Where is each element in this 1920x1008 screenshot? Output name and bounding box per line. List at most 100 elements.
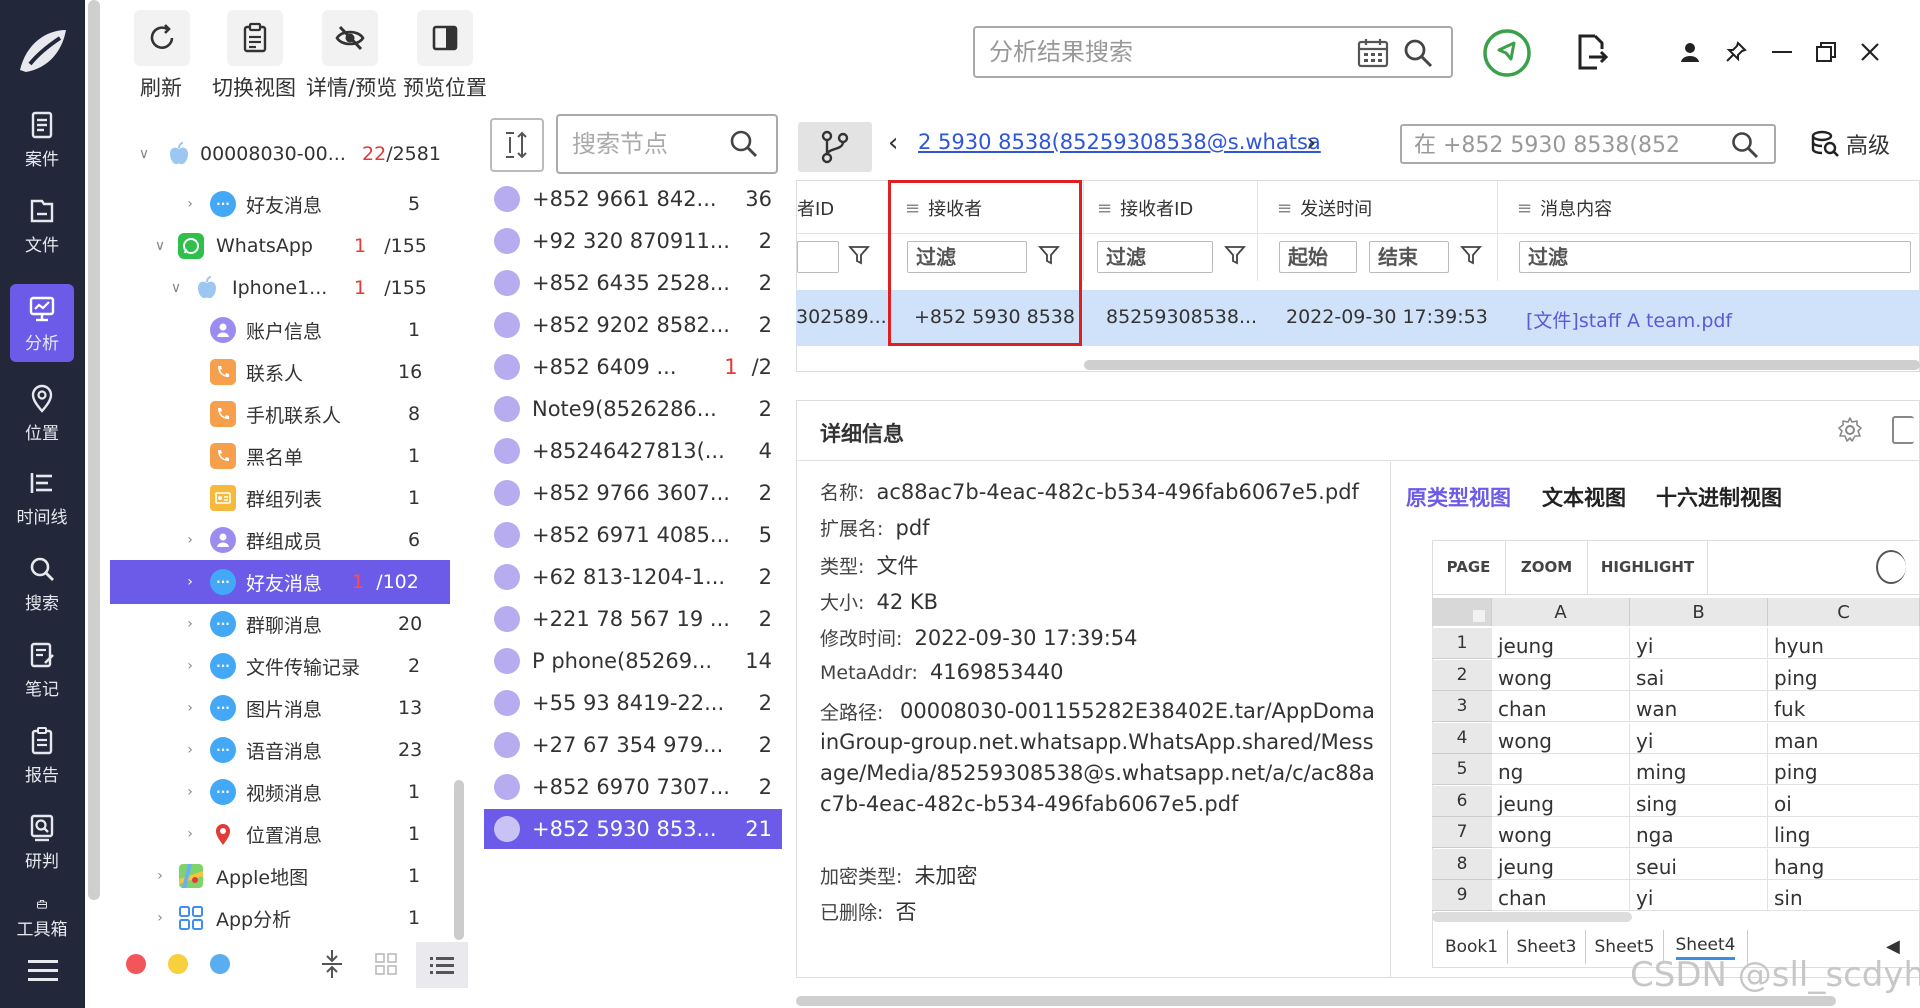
export-icon[interactable] bbox=[1570, 30, 1614, 74]
tree-item-whatsapp[interactable]: ∨ WhatsApp 1 /155 bbox=[114, 226, 451, 266]
sheet-cell[interactable]: hang bbox=[1768, 849, 1920, 880]
sheet-highlight-button[interactable]: HIGHLIGHT bbox=[1588, 540, 1708, 594]
yellow-tag-dot[interactable] bbox=[168, 954, 188, 974]
sheet-cell[interactable]: wong bbox=[1492, 723, 1630, 754]
node-list-item[interactable]: +852 9661 842... 36 bbox=[484, 179, 782, 219]
shield-check-icon[interactable] bbox=[1482, 28, 1532, 78]
sheet-cell[interactable]: jeung bbox=[1492, 849, 1630, 880]
tree-item-video-msg[interactable]: › ··· 视频消息 1 bbox=[114, 772, 451, 812]
node-list-item[interactable]: +852 6435 2528... 2 bbox=[484, 263, 782, 303]
column-header-receiver-id[interactable]: ≡ 接收者ID bbox=[1097, 195, 1193, 221]
crumb-back-icon[interactable]: ‹ bbox=[888, 128, 898, 158]
node-search-input[interactable] bbox=[572, 128, 722, 160]
node-list-item[interactable]: +852 6971 4085... 5 bbox=[484, 515, 782, 555]
tree-item-group-members[interactable]: › 群组成员 6 bbox=[114, 520, 451, 560]
sheet-cell[interactable]: ming bbox=[1630, 754, 1768, 785]
tab-native-view[interactable]: 原类型视图 bbox=[1406, 482, 1511, 512]
chevron-right-icon[interactable]: › bbox=[180, 824, 200, 844]
sheet-cell[interactable]: chan bbox=[1492, 880, 1630, 911]
chevron-down-icon[interactable]: ∨ bbox=[134, 144, 154, 164]
node-list-item[interactable]: +221 78 567 19 ... 2 bbox=[484, 599, 782, 639]
filter-funnel-icon[interactable] bbox=[847, 243, 871, 267]
sheet-cell[interactable]: yi bbox=[1630, 628, 1768, 659]
sheet-cell[interactable]: wong bbox=[1492, 817, 1630, 848]
filter-funnel-icon[interactable] bbox=[1223, 243, 1247, 267]
blue-tag-dot[interactable] bbox=[210, 954, 230, 974]
filter-funnel-icon[interactable] bbox=[1459, 243, 1483, 267]
left-scrollbar[interactable] bbox=[88, 0, 100, 900]
gear-icon[interactable] bbox=[1836, 416, 1864, 444]
sheet-cell[interactable]: yi bbox=[1630, 723, 1768, 754]
tree-item-account[interactable]: 账户信息 1 bbox=[114, 310, 451, 350]
sheet-cell[interactable]: wong bbox=[1492, 660, 1630, 691]
tree-item-device[interactable]: ∨ 00008030-00... 22/2581 bbox=[114, 134, 451, 174]
tree-item-group-chat[interactable]: › ··· 群聊消息 20 bbox=[114, 604, 451, 644]
sheet-cell[interactable]: sai bbox=[1630, 660, 1768, 691]
receiver-id-filter-input[interactable]: 过滤 bbox=[1097, 241, 1213, 273]
list-view-button[interactable] bbox=[416, 942, 468, 988]
tree-item-group-list[interactable]: 群组列表 1 bbox=[114, 478, 451, 518]
tree-item-location-msg[interactable]: › 位置消息 1 bbox=[114, 814, 451, 854]
tab-text-view[interactable]: 文本视图 bbox=[1542, 482, 1626, 512]
node-list-item[interactable]: +852 6970 7307... 2 bbox=[484, 767, 782, 807]
chevron-right-icon[interactable]: › bbox=[150, 866, 170, 886]
search-icon[interactable] bbox=[728, 128, 760, 160]
tree-item-blacklist[interactable]: 黑名单 1 bbox=[114, 436, 451, 476]
detail-horizontal-scrollbar[interactable] bbox=[796, 996, 1836, 1006]
sheet-tab-sheet3[interactable]: Sheet3 bbox=[1508, 930, 1586, 964]
sheet-cell[interactable]: yi bbox=[1630, 880, 1768, 911]
chevron-right-icon[interactable]: › bbox=[180, 530, 200, 550]
chevron-right-icon[interactable]: › bbox=[180, 572, 200, 592]
sheet-tab-book1[interactable]: Book1 bbox=[1436, 930, 1508, 964]
sheet-horizontal-scrollbar[interactable] bbox=[1432, 912, 1632, 922]
nav-item-location[interactable]: 位置 bbox=[10, 374, 74, 452]
tree-item-phone-contacts[interactable]: 手机联系人 8 bbox=[114, 394, 451, 434]
time-start-input[interactable]: 起始 bbox=[1279, 241, 1357, 273]
tree-item-friend-msg[interactable]: › ··· 好友消息 1 /102 bbox=[110, 560, 450, 604]
tree-item-file-transfer[interactable]: › ··· 文件传输记录 2 bbox=[114, 646, 451, 686]
content-filter-input[interactable]: 过滤 bbox=[1519, 241, 1911, 273]
node-list-item[interactable]: +62 813-1204-1... 2 bbox=[484, 557, 782, 597]
sheet-cell[interactable]: nga bbox=[1630, 817, 1768, 848]
search-icon[interactable] bbox=[1401, 36, 1435, 70]
chevron-right-icon[interactable]: › bbox=[180, 194, 200, 214]
red-tag-dot[interactable] bbox=[126, 954, 146, 974]
tree-scrollbar[interactable] bbox=[454, 780, 464, 940]
chevron-right-icon[interactable]: › bbox=[180, 614, 200, 634]
sheet-cell[interactable]: jeung bbox=[1492, 786, 1630, 817]
node-list-item[interactable]: +852 9202 8582... 2 bbox=[484, 305, 782, 345]
sheet-cell[interactable]: fuk bbox=[1768, 691, 1920, 722]
chevron-right-icon[interactable]: › bbox=[180, 698, 200, 718]
chevron-right-icon[interactable]: › bbox=[150, 908, 170, 928]
chevron-right-icon[interactable]: › bbox=[180, 740, 200, 760]
sheet-cell[interactable]: oi bbox=[1768, 786, 1920, 817]
close-icon[interactable] bbox=[1848, 30, 1892, 74]
sheet-info-icon[interactable] bbox=[1876, 550, 1906, 584]
sheet-zoom-button[interactable]: ZOOM bbox=[1506, 540, 1588, 594]
chevron-down-icon[interactable]: ∨ bbox=[166, 278, 186, 298]
nav-item-case[interactable]: 案件 bbox=[10, 100, 74, 178]
advanced-search-button[interactable]: 高级 bbox=[1810, 128, 1890, 160]
minimize-icon[interactable] bbox=[1760, 30, 1804, 74]
time-end-input[interactable]: 结束 bbox=[1369, 241, 1449, 273]
tree-item-iphone[interactable]: ∨ Iphone1... 1 /155 bbox=[114, 268, 451, 308]
user-icon[interactable] bbox=[1668, 30, 1712, 74]
node-list-item[interactable]: +852 6409 ... 1/2 bbox=[484, 347, 782, 387]
in-node-search-input[interactable] bbox=[1414, 130, 1714, 160]
sheet-cell[interactable]: sin bbox=[1768, 880, 1920, 911]
pin-icon[interactable] bbox=[1714, 30, 1758, 74]
chevron-right-icon[interactable]: › bbox=[180, 782, 200, 802]
tree-item-apple-maps[interactable]: › Apple地图 1 bbox=[114, 856, 451, 896]
sheet-cell[interactable]: wan bbox=[1630, 691, 1768, 722]
sheet-cell[interactable]: ng bbox=[1492, 754, 1630, 785]
sheet-cell[interactable]: seui bbox=[1630, 849, 1768, 880]
column-header-send-time[interactable]: ≡ 发送时间 bbox=[1277, 195, 1372, 221]
grid-horizontal-scrollbar[interactable] bbox=[1084, 360, 1920, 370]
node-list-item[interactable]: +55 93 8419-22... 2 bbox=[484, 683, 782, 723]
sheet-cell[interactable]: sing bbox=[1630, 786, 1768, 817]
sheet-cell[interactable]: hyun bbox=[1768, 628, 1920, 659]
sheet-cell[interactable]: ping bbox=[1768, 660, 1920, 691]
result-search-input[interactable] bbox=[989, 36, 1319, 68]
node-list-item[interactable]: +852 5930 853... 21 bbox=[484, 809, 782, 849]
sheet-cell[interactable]: man bbox=[1768, 723, 1920, 754]
